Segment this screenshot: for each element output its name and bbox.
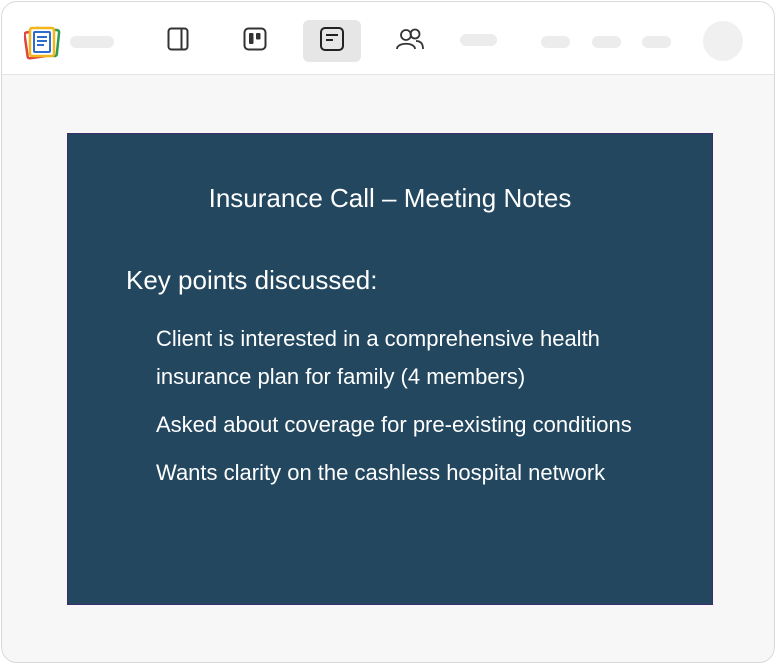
placeholder-pill	[541, 36, 570, 48]
sidebar-toggle-button[interactable]	[149, 20, 207, 62]
list-item: Client is interested in a comprehensive …	[156, 326, 600, 389]
toolbar	[2, 2, 774, 75]
note-heading: Key points discussed:	[126, 265, 378, 295]
share-people-button[interactable]	[381, 20, 439, 62]
board-view-button[interactable]	[226, 20, 284, 62]
placeholder-pill	[70, 36, 114, 48]
people-icon	[395, 27, 425, 56]
note-icon	[319, 26, 345, 57]
avatar[interactable]	[703, 21, 743, 61]
placeholder-pill	[642, 36, 671, 48]
list-item: Wants clarity on the cashless hospital n…	[156, 460, 606, 485]
note-title: Insurance Call – Meeting Notes	[208, 183, 572, 213]
list-item: Asked about coverage for pre-existing co…	[156, 412, 632, 437]
placeholder-pill	[592, 36, 621, 48]
note-card[interactable]: Insurance Call – Meeting Notes Key point…	[67, 133, 713, 605]
note-view-button[interactable]	[303, 20, 361, 62]
sidebar-panel-icon	[167, 27, 189, 56]
note-points-list: Client is interested in a comprehensive …	[156, 320, 666, 502]
board-icon	[243, 27, 267, 56]
app-logo-icon[interactable]	[24, 24, 62, 60]
placeholder-pill	[460, 34, 497, 46]
app-window: Insurance Call – Meeting Notes Key point…	[1, 1, 775, 663]
